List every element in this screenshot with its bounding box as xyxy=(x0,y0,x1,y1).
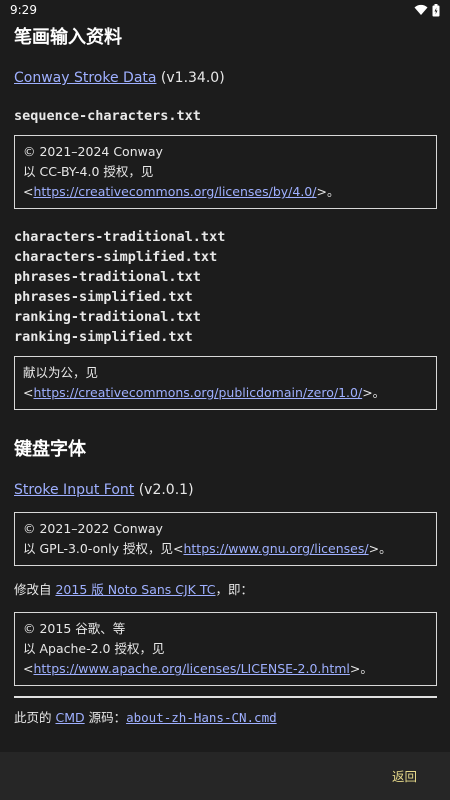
bracket-open: < xyxy=(23,661,34,676)
license-box-cc0: 献以为公，见 <https://creativecommons.org/publ… xyxy=(14,356,437,410)
file-sequence-characters: sequence-characters.txt xyxy=(14,108,201,124)
gpl-license-link[interactable]: https://www.gnu.org/licenses/ xyxy=(183,541,368,556)
conway-stroke-data-link[interactable]: Conway Stroke Data xyxy=(14,70,156,86)
cc0-license-link[interactable]: https://creativecommons.org/publicdomain… xyxy=(33,385,362,400)
file-list: characters-traditional.txt characters-si… xyxy=(14,227,437,347)
license-terms: 以 GPL-3.0-only 授权，见< xyxy=(23,541,184,556)
bracket-close: >。 xyxy=(362,385,386,400)
page-source-line: 此页的 CMD 源码：about-zh-Hans-CN.cmd xyxy=(14,708,437,728)
license-url-line: <https://www.apache.org/licenses/LICENSE… xyxy=(23,659,428,679)
section-title-stroke-data: 笔画输入资料 xyxy=(14,27,122,48)
stroke-font-line: Stroke Input Font (v2.0.1) xyxy=(14,481,437,499)
license-box-gpl: © 2021–2022 Conway 以 GPL-3.0-only 授权，见<h… xyxy=(14,512,437,566)
file-item: characters-simplified.txt xyxy=(14,249,218,265)
noto-sans-cjk-link[interactable]: 2015 版 Noto Sans CJK TC xyxy=(55,582,215,597)
source-label: 此页的 xyxy=(14,710,56,725)
license-url-line: <https://creativecommons.org/publicdomai… xyxy=(23,383,428,403)
file-item: phrases-traditional.txt xyxy=(14,269,201,285)
bottom-bar: 返回 xyxy=(0,752,450,800)
modified-from-label: 修改自 xyxy=(14,582,56,597)
wifi-icon xyxy=(414,4,428,15)
license-copyright: © 2015 谷歌、等 xyxy=(23,621,126,636)
bracket-open: < xyxy=(23,184,34,199)
file-item: characters-traditional.txt xyxy=(14,229,226,245)
modified-from-suffix: ，即： xyxy=(215,582,253,597)
cmd-link[interactable]: CMD xyxy=(55,710,84,725)
stroke-font-version: (v2.0.1) xyxy=(134,482,194,498)
cc-by-license-link[interactable]: https://creativecommons.org/licenses/by/… xyxy=(33,184,316,199)
bracket-close: >。 xyxy=(316,184,340,199)
file-item: ranking-traditional.txt xyxy=(14,309,201,325)
apache-license-link[interactable]: https://www.apache.org/licenses/LICENSE-… xyxy=(33,661,349,676)
license-copyright: © 2021–2024 Conway xyxy=(23,144,163,159)
license-url-line: 以 GPL-3.0-only 授权，见<https://www.gnu.org/… xyxy=(23,539,428,559)
license-box-cc-by: © 2021–2024 Conway 以 CC-BY-4.0 授权，见 <htt… xyxy=(14,135,437,209)
bracket-close: >。 xyxy=(349,661,373,676)
status-icons xyxy=(414,3,440,17)
stroke-data-line: Conway Stroke Data (v1.34.0) xyxy=(14,69,437,87)
license-url-line: <https://creativecommons.org/licenses/by… xyxy=(23,182,428,202)
stroke-data-version: (v1.34.0) xyxy=(156,70,225,86)
status-bar: 9:29 xyxy=(0,0,450,20)
battery-icon xyxy=(432,3,440,16)
section-title-keyboard-font: 键盘字体 xyxy=(14,439,86,460)
about-content: 笔画输入资料 Conway Stroke Data (v1.34.0) sequ… xyxy=(0,20,450,752)
source-file-link[interactable]: about-zh-Hans-CN.cmd xyxy=(126,710,277,725)
back-button[interactable]: 返回 xyxy=(392,766,417,785)
file-item: phrases-simplified.txt xyxy=(14,289,193,305)
license-terms: 以 Apache-2.0 授权，见 xyxy=(23,641,165,656)
file-item: ranking-simplified.txt xyxy=(14,329,193,345)
license-copyright: © 2021–2022 Conway xyxy=(23,521,163,536)
modified-from-line: 修改自 2015 版 Noto Sans CJK TC，即： xyxy=(14,580,437,600)
license-terms: 献以为公，见 xyxy=(23,365,99,380)
status-time: 9:29 xyxy=(10,3,37,17)
bracket-close: >。 xyxy=(368,541,392,556)
license-terms: 以 CC-BY-4.0 授权，见 xyxy=(23,164,154,179)
license-box-apache: © 2015 谷歌、等 以 Apache-2.0 授权，见 <https://w… xyxy=(14,612,437,686)
bracket-open: < xyxy=(23,385,34,400)
stroke-input-font-link[interactable]: Stroke Input Font xyxy=(14,482,134,498)
source-colon: 源码： xyxy=(84,710,127,725)
divider xyxy=(14,696,437,698)
